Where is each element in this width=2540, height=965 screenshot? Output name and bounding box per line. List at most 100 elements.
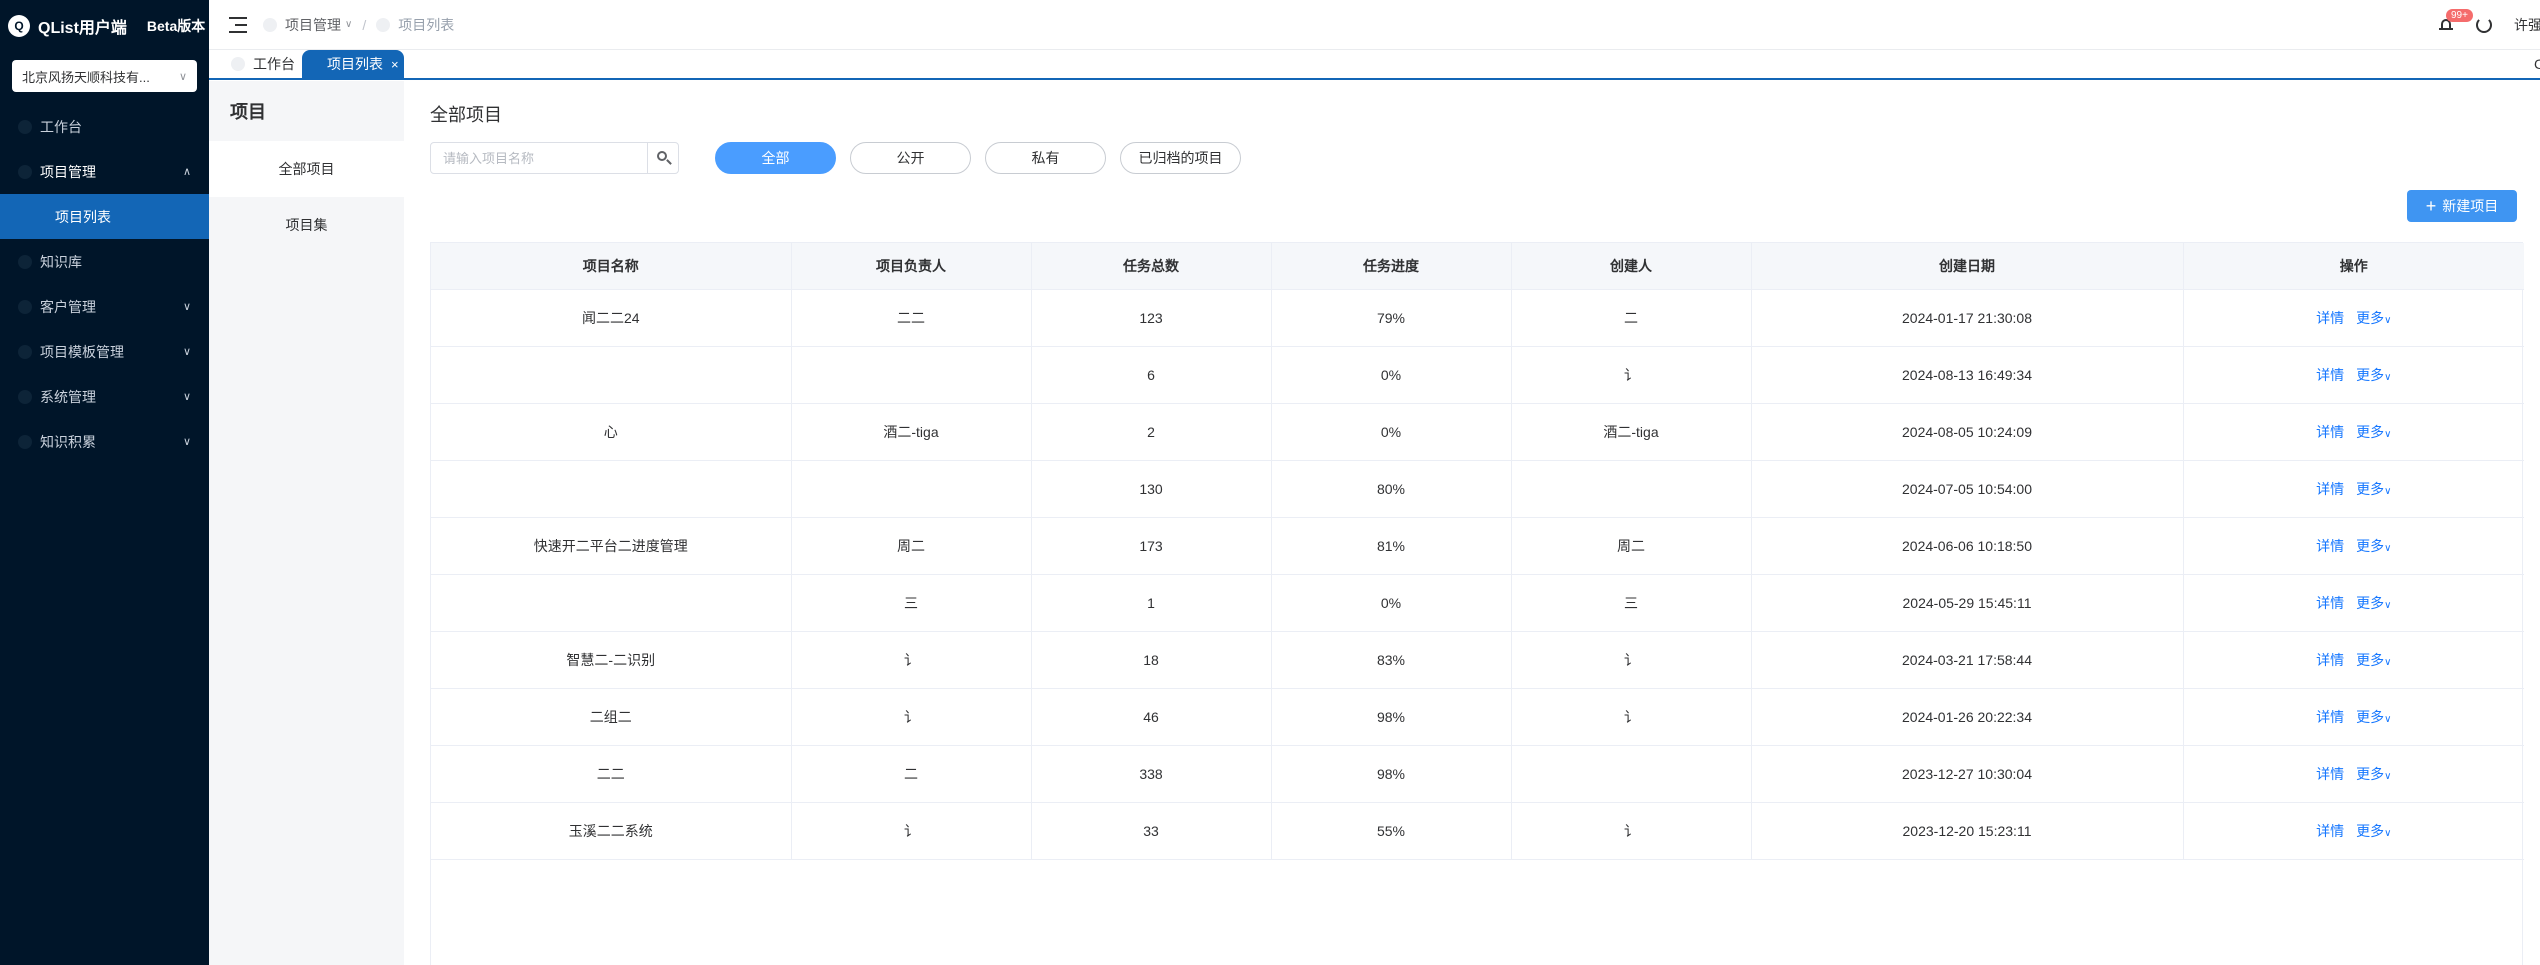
sidebar-item-4[interactable]: 客户管理 ∨	[0, 284, 209, 329]
cell-actions: 详情 更多∨	[2183, 574, 2524, 632]
cell-actions: 详情 更多∨	[2183, 289, 2524, 347]
sidebar-item-7[interactable]: 知识积累 ∨	[0, 419, 209, 464]
tab-workbench[interactable]: 工作台	[221, 50, 305, 78]
chevron-down-icon: ∨	[2384, 371, 2392, 383]
new-project-button[interactable]: + 新建项目	[2407, 190, 2517, 222]
more-dropdown[interactable]: 更多∨	[2356, 424, 2391, 440]
chevron-down-icon: ∨	[2384, 485, 2392, 497]
breadcrumb: 项目管理 ∨ / 项目列表	[263, 15, 454, 35]
cell-task-progress: 0%	[1271, 574, 1512, 632]
cell-owner: 周二	[791, 517, 1032, 575]
search-input[interactable]	[431, 143, 647, 173]
cell-creator	[1511, 745, 1752, 803]
sidebar-item-label: 项目管理	[40, 163, 96, 180]
table-row: 二组二讠 46 98% 讠 2024-01-26 20:22:34 详情 更多∨	[431, 688, 2524, 746]
cell-owner: 讠	[791, 631, 1032, 689]
menu-fold-icon[interactable]	[229, 16, 247, 33]
more-dropdown[interactable]: 更多∨	[2356, 595, 2391, 611]
close-icon[interactable]: ×	[391, 57, 399, 72]
cell-owner: 讠	[791, 688, 1032, 746]
breadcrumb-icon	[376, 17, 391, 32]
cell-created-date: 2024-07-05 10:54:00	[1751, 460, 2184, 518]
breadcrumb-item-project-management[interactable]: 项目管理	[285, 15, 341, 35]
detail-link[interactable]: 详情	[2316, 424, 2344, 440]
menu-icon	[18, 164, 32, 179]
cell-created-date: 2024-05-29 15:45:11	[1751, 574, 2184, 632]
menu-icon	[18, 344, 32, 359]
cell-owner: 二	[791, 745, 1032, 803]
cell-project-name: 快速开二平台二进度管理	[431, 517, 792, 575]
more-label: 更多	[2356, 537, 2385, 554]
chevron-down-icon: ∨	[182, 391, 191, 403]
detail-link[interactable]: 详情	[2316, 538, 2344, 554]
filter-private[interactable]: 私有	[985, 142, 1106, 174]
detail-link[interactable]: 详情	[2316, 766, 2344, 782]
column-header-name: 项目名称	[431, 243, 792, 290]
sidebar-item-3[interactable]: 知识库	[0, 239, 209, 284]
cell-project-name: 玉溪二二系统	[431, 802, 792, 860]
organization-select[interactable]: 北京风扬天顺科技有... ∨	[12, 60, 197, 92]
tab-label: 项目列表	[327, 56, 383, 72]
subnav-item-project-sets[interactable]: 项目集	[209, 197, 404, 253]
more-dropdown[interactable]: 更多∨	[2356, 538, 2391, 554]
cell-creator: 讠	[1511, 688, 1752, 746]
detail-link[interactable]: 详情	[2316, 652, 2344, 668]
table-row: 玉溪二二系统讠 33 55% 讠 2023-12-20 15:23:11 详情 更多∨	[431, 802, 2524, 860]
more-dropdown[interactable]: 更多∨	[2356, 766, 2391, 782]
tab-project-list[interactable]: 项目列表 ×	[302, 50, 404, 78]
cell-task-total: 46	[1031, 688, 1272, 746]
bell-icon[interactable]: 99+	[2438, 9, 2473, 33]
detail-link[interactable]: 详情	[2316, 709, 2344, 725]
more-label: 更多	[2356, 309, 2385, 326]
detail-link[interactable]: 详情	[2316, 481, 2344, 497]
more-dropdown[interactable]: 更多∨	[2356, 481, 2391, 497]
sidebar-item-5[interactable]: 项目模板管理 ∨	[0, 329, 209, 374]
more-dropdown[interactable]: 更多∨	[2356, 709, 2391, 725]
cell-created-date: 2023-12-20 15:23:11	[1751, 802, 2184, 860]
refresh-icon[interactable]	[2476, 17, 2492, 33]
search-button[interactable]	[647, 143, 678, 173]
filter-all[interactable]: 全部	[715, 142, 836, 174]
edition-label: Beta版本	[146, 18, 206, 34]
more-dropdown[interactable]: 更多∨	[2356, 367, 2391, 383]
sidebar-item-6[interactable]: 系统管理 ∨	[0, 374, 209, 419]
cell-project-name	[431, 574, 792, 632]
tabs-more-icon[interactable]: C	[2534, 56, 2540, 70]
cell-owner: 三	[791, 574, 1032, 632]
cell-task-total: 1	[1031, 574, 1272, 632]
detail-link[interactable]: 详情	[2316, 310, 2344, 326]
more-dropdown[interactable]: 更多∨	[2356, 823, 2391, 839]
menu-icon	[18, 254, 32, 269]
detail-link[interactable]: 详情	[2316, 823, 2344, 839]
subnav-item-all-projects[interactable]: 全部项目	[209, 141, 404, 197]
chevron-down-icon: ∨	[345, 19, 353, 30]
more-dropdown[interactable]: 更多∨	[2356, 652, 2391, 668]
cell-task-progress: 83%	[1271, 631, 1512, 689]
cell-creator: 二	[1511, 289, 1752, 347]
cell-creator: 酒二-tiga	[1511, 403, 1752, 461]
table-row: 三 1 0% 三 2024-05-29 15:45:11 详情 更多∨	[431, 574, 2524, 632]
cell-actions: 详情 更多∨	[2183, 460, 2524, 518]
cell-actions: 详情 更多∨	[2183, 631, 2524, 689]
sidebar-item-project-list[interactable]: 项目列表	[0, 194, 209, 239]
chevron-down-icon: ∨	[2384, 770, 2392, 782]
brand[interactable]: Q QList用户端 Beta版本	[0, 0, 209, 52]
sidebar-item-0[interactable]: 工作台	[0, 104, 209, 149]
cell-task-total: 123	[1031, 289, 1272, 347]
chevron-down-icon: ∨	[182, 301, 191, 313]
project-table: 项目名称 项目负责人 任务总数 任务进度 创建人 创建日期 操作 闻二二24 二二…	[430, 242, 2524, 965]
cell-owner: 讠	[791, 802, 1032, 860]
app-name: QList用户端	[38, 20, 127, 37]
detail-link[interactable]: 详情	[2316, 595, 2344, 611]
user-name[interactable]: 许强	[2514, 15, 2540, 35]
tab-label: 工作台	[253, 56, 295, 72]
table-row: 6 0% 讠 2024-08-13 16:49:34 详情 更多∨	[431, 346, 2524, 404]
cell-created-date: 2024-01-17 21:30:08	[1751, 289, 2184, 347]
sidebar-item-1[interactable]: 项目管理 ∧	[0, 149, 209, 194]
detail-link[interactable]: 详情	[2316, 367, 2344, 383]
filter-archived[interactable]: 已归档的项目	[1120, 142, 1241, 174]
cell-creator: 讠	[1511, 631, 1752, 689]
more-dropdown[interactable]: 更多∨	[2356, 310, 2391, 326]
filter-public[interactable]: 公开	[850, 142, 971, 174]
cell-creator: 讠	[1511, 346, 1752, 404]
